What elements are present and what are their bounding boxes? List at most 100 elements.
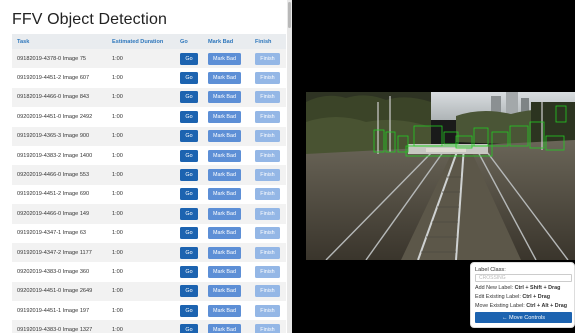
task-table: Task Estimated Duration Go Mark Bad Fini… (12, 34, 286, 333)
mark-bad-cell: Mark Bad (203, 110, 250, 123)
go-button[interactable]: Go (180, 304, 198, 317)
finish-button[interactable]: Finish (255, 285, 280, 298)
mark-bad-button[interactable]: Mark Bad (208, 169, 241, 182)
table-row: 09182019-4466-0 Image 843 1:00 Go Mark Bad F… (12, 87, 286, 108)
estimated-duration: 1:00 (112, 268, 123, 275)
finish-button[interactable]: Finish (255, 188, 280, 201)
finish-cell: Finish (250, 246, 286, 259)
go-button[interactable]: Go (180, 72, 198, 85)
mark-bad-button[interactable]: Mark Bad (208, 227, 241, 240)
finish-cell: Finish (250, 285, 286, 298)
task-name: 09202019-4451-0 Image 2649 (17, 288, 93, 295)
table-row: 09202019-4383-0 Image 360 1:00 Go Mark Bad F… (12, 262, 286, 282)
table-row: 09192019-4347-1 Image 63 1:00 Go Mark Bad Fi… (12, 223, 286, 243)
mark-bad-button[interactable]: Mark Bad (208, 324, 241, 333)
label-controls-panel: Label Class: CROSSING Add New Label: Ctr… (470, 262, 575, 328)
finish-button[interactable]: Finish (255, 227, 280, 240)
header-finish: Finish (255, 38, 272, 45)
mark-bad-button[interactable]: Mark Bad (208, 52, 241, 65)
go-button[interactable]: Go (180, 52, 198, 65)
finish-button[interactable]: Finish (255, 110, 280, 123)
table-row: 09202019-4451-0 Image 2492 1:00 Go Mark Bad… (12, 107, 286, 127)
mark-bad-button[interactable]: Mark Bad (208, 304, 241, 317)
go-cell: Go (175, 207, 203, 220)
move-label-text: Move Existing Label: (475, 303, 525, 309)
finish-button[interactable]: Finish (255, 169, 280, 182)
finish-button[interactable]: Finish (255, 207, 280, 220)
go-cell: Go (175, 110, 203, 123)
task-name: 09192019-4383-2 Image 1400 (17, 152, 93, 159)
rail-scene-image[interactable] (306, 92, 575, 260)
finish-cell: Finish (250, 149, 286, 162)
finish-cell: Finish (250, 91, 286, 104)
mark-bad-button[interactable]: Mark Bad (208, 265, 241, 278)
estimated-duration: 1:00 (112, 191, 123, 198)
go-button[interactable]: Go (180, 91, 198, 104)
estimated-duration: 1:00 (112, 307, 123, 314)
mark-bad-cell: Mark Bad (203, 304, 250, 317)
finish-cell: Finish (250, 52, 286, 65)
go-button[interactable]: Go (180, 188, 198, 201)
finish-button[interactable]: Finish (255, 324, 280, 333)
estimated-duration: 1:00 (112, 75, 123, 82)
go-cell: Go (175, 169, 203, 182)
task-name: 09192019-4451-2 Image 690 (17, 191, 90, 198)
finish-button[interactable]: Finish (255, 52, 280, 65)
mark-bad-cell: Mark Bad (203, 324, 250, 333)
table-row: 09182019-4378-0 Image 75 1:00 Go Mark Bad Fi… (12, 49, 286, 69)
move-controls-button[interactable]: ← Move Controls (475, 312, 572, 323)
go-button[interactable]: Go (180, 169, 198, 182)
finish-button[interactable]: Finish (255, 72, 280, 85)
finish-cell: Finish (250, 265, 286, 278)
mark-bad-button[interactable]: Mark Bad (208, 149, 241, 162)
page-title: FFV Object Detection (12, 11, 167, 28)
mark-bad-button[interactable]: Mark Bad (208, 207, 241, 220)
go-button[interactable]: Go (180, 110, 198, 123)
task-list-panel: FFV Object Detection Task Estimated Dura… (0, 0, 292, 333)
task-name: 09192019-4451-1 Image 197 (17, 307, 90, 314)
finish-button[interactable]: Finish (255, 130, 280, 143)
estimated-duration: 1:00 (112, 113, 123, 120)
label-class-select[interactable]: CROSSING (475, 274, 572, 282)
table-row: 09202019-4451-0 Image 2649 1:00 Go Mark Bad… (12, 281, 286, 302)
mark-bad-button[interactable]: Mark Bad (208, 130, 241, 143)
go-button[interactable]: Go (180, 265, 198, 278)
finish-button[interactable]: Finish (255, 265, 280, 278)
go-button[interactable]: Go (180, 285, 198, 298)
estimated-duration: 1:00 (112, 133, 123, 140)
mark-bad-button[interactable]: Mark Bad (208, 188, 241, 201)
task-name: 09192019-4365-3 Image 900 (17, 133, 90, 140)
mark-bad-cell: Mark Bad (203, 265, 250, 278)
table-row: 09192019-4451-2 Image 607 1:00 Go Mark Bad F… (12, 68, 286, 88)
go-button[interactable]: Go (180, 207, 198, 220)
finish-button[interactable]: Finish (255, 304, 280, 317)
task-name: 09192019-4347-2 Image 1177 (17, 249, 92, 256)
estimated-duration: 1:00 (112, 230, 123, 237)
finish-button[interactable]: Finish (255, 91, 280, 104)
mark-bad-cell: Mark Bad (203, 285, 250, 298)
go-button[interactable]: Go (180, 149, 198, 162)
finish-cell: Finish (250, 227, 286, 240)
go-button[interactable]: Go (180, 246, 198, 259)
header-mark-bad: Mark Bad (208, 38, 234, 45)
mark-bad-button[interactable]: Mark Bad (208, 110, 241, 123)
go-cell: Go (175, 265, 203, 278)
mark-bad-button[interactable]: Mark Bad (208, 285, 241, 298)
estimated-duration: 1:00 (112, 249, 123, 256)
scrollbar-thumb[interactable] (288, 2, 291, 28)
go-button[interactable]: Go (180, 130, 198, 143)
task-name: 09202019-4466-0 Image 553 (17, 172, 90, 179)
header-estimated-duration: Estimated Duration (112, 38, 164, 45)
label-class-title: Label Class: (475, 267, 506, 273)
finish-button[interactable]: Finish (255, 149, 280, 162)
estimated-duration: 1:00 (112, 327, 123, 333)
table-row: 09202019-4466-0 Image 149 1:00 Go Mark Bad F… (12, 204, 286, 224)
finish-cell: Finish (250, 110, 286, 123)
mark-bad-button[interactable]: Mark Bad (208, 91, 241, 104)
finish-button[interactable]: Finish (255, 246, 280, 259)
estimated-duration: 1:00 (112, 152, 123, 159)
go-button[interactable]: Go (180, 227, 198, 240)
mark-bad-button[interactable]: Mark Bad (208, 246, 241, 259)
go-button[interactable]: Go (180, 324, 198, 333)
mark-bad-button[interactable]: Mark Bad (208, 72, 241, 85)
